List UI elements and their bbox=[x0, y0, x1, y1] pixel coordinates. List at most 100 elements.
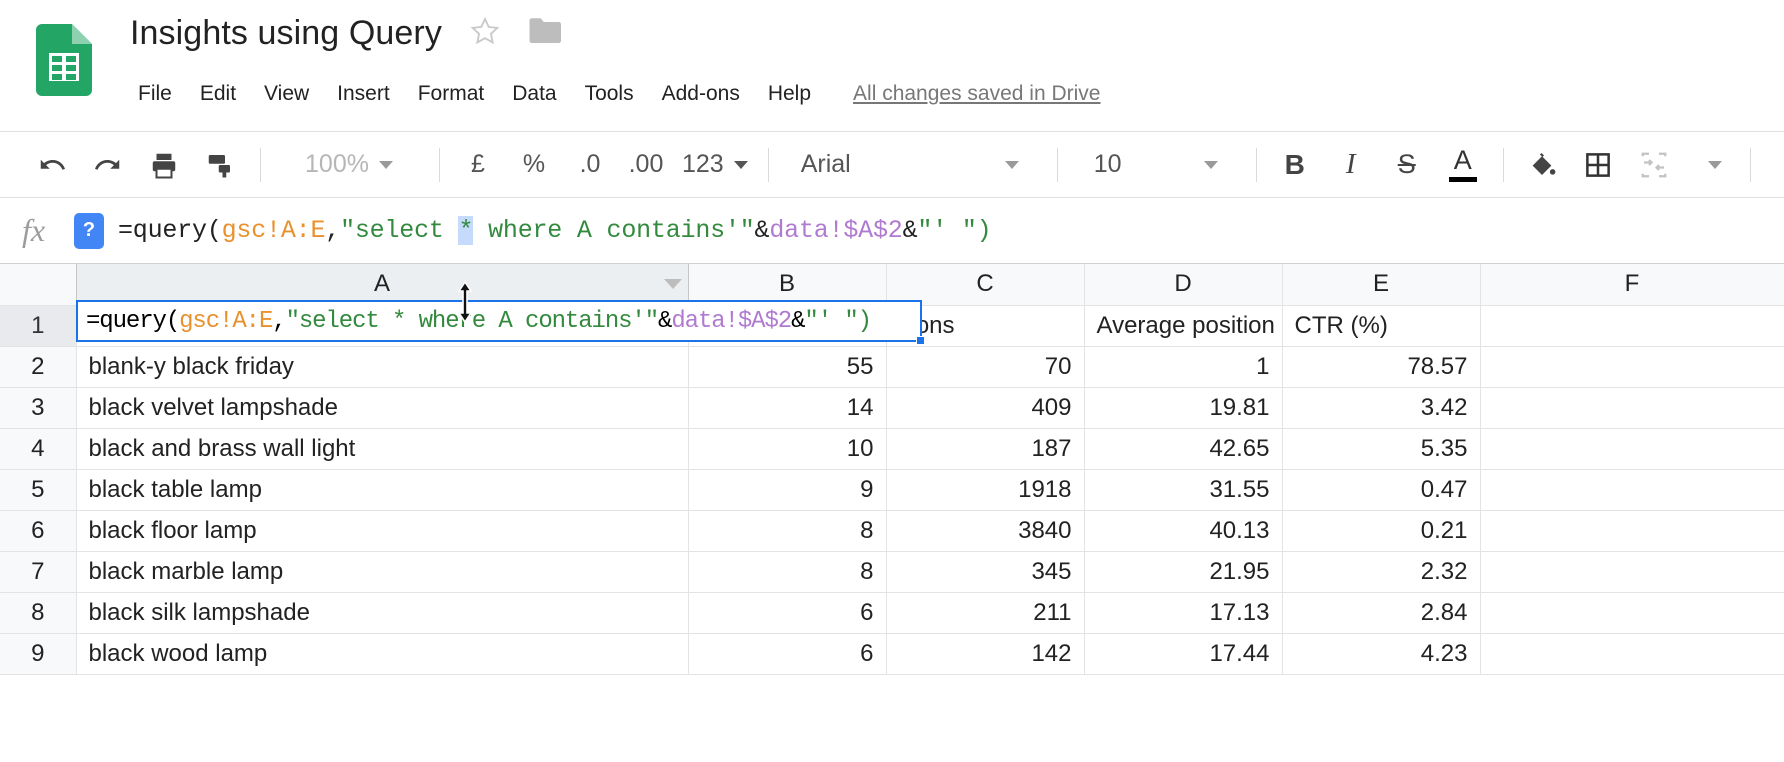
increase-decimal-button[interactable]: .00 bbox=[626, 143, 666, 187]
cell-a3[interactable]: black velvet lampshade bbox=[76, 387, 689, 429]
font-size-selector[interactable]: 10 bbox=[1076, 143, 1236, 187]
row-header-2[interactable]: 2 bbox=[0, 346, 77, 388]
cell-f2[interactable] bbox=[1480, 346, 1784, 388]
bold-button[interactable]: B bbox=[1275, 143, 1315, 187]
menu-item-insert[interactable]: Insert bbox=[323, 78, 404, 110]
cell-a2[interactable]: blank-y black friday bbox=[76, 346, 689, 388]
star-outline-icon[interactable] bbox=[468, 14, 502, 53]
menu-item-tools[interactable]: Tools bbox=[571, 78, 648, 110]
merge-cells-dropdown[interactable] bbox=[1690, 143, 1730, 187]
decrease-decimal-button[interactable]: .0 bbox=[570, 143, 610, 187]
cell-f6[interactable] bbox=[1480, 510, 1784, 552]
cell-b6[interactable]: 8 bbox=[688, 510, 887, 552]
cell-f5[interactable] bbox=[1480, 469, 1784, 511]
cell-d3[interactable]: 19.81 bbox=[1084, 387, 1283, 429]
menu-item-edit[interactable]: Edit bbox=[186, 78, 250, 110]
text-color-button[interactable]: A bbox=[1443, 143, 1483, 187]
print-icon[interactable] bbox=[144, 143, 184, 187]
paint-format-icon[interactable] bbox=[200, 143, 240, 187]
cell-c4[interactable]: 187 bbox=[886, 428, 1085, 470]
cell-e9[interactable]: 4.23 bbox=[1282, 633, 1481, 675]
row-header-5[interactable]: 5 bbox=[0, 469, 77, 511]
formula-input[interactable]: =query(gsc!A:E,"select * where A contain… bbox=[118, 216, 992, 245]
cell-e2[interactable]: 78.57 bbox=[1282, 346, 1481, 388]
cell-e7[interactable]: 2.32 bbox=[1282, 551, 1481, 593]
column-header-d[interactable]: D bbox=[1084, 264, 1283, 306]
column-header-c[interactable]: C bbox=[886, 264, 1085, 306]
cell-b8[interactable]: 6 bbox=[688, 592, 887, 634]
cell-a4[interactable]: black and brass wall light bbox=[76, 428, 689, 470]
cell-f1[interactable] bbox=[1480, 305, 1784, 347]
folder-icon[interactable] bbox=[528, 16, 564, 51]
cell-e6[interactable]: 0.21 bbox=[1282, 510, 1481, 552]
cell-b3[interactable]: 14 bbox=[688, 387, 887, 429]
cell-c2[interactable]: 70 bbox=[886, 346, 1085, 388]
cell-b4[interactable]: 10 bbox=[688, 428, 887, 470]
cell-c6[interactable]: 3840 bbox=[886, 510, 1085, 552]
cell-d7[interactable]: 21.95 bbox=[1084, 551, 1283, 593]
cell-f4[interactable] bbox=[1480, 428, 1784, 470]
column-header-e[interactable]: E bbox=[1282, 264, 1481, 306]
borders-icon[interactable] bbox=[1578, 143, 1618, 187]
currency-format-button[interactable]: £ bbox=[458, 143, 498, 187]
fill-handle[interactable] bbox=[916, 336, 925, 345]
cell-e4[interactable]: 5.35 bbox=[1282, 428, 1481, 470]
cell-b7[interactable]: 8 bbox=[688, 551, 887, 593]
cell-a9[interactable]: black wood lamp bbox=[76, 633, 689, 675]
undo-icon[interactable] bbox=[32, 143, 72, 187]
cell-d2[interactable]: 1 bbox=[1084, 346, 1283, 388]
column-header-f[interactable]: F bbox=[1480, 264, 1784, 306]
cell-b2[interactable]: 55 bbox=[688, 346, 887, 388]
row-header-4[interactable]: 4 bbox=[0, 428, 77, 470]
cell-e3[interactable]: 3.42 bbox=[1282, 387, 1481, 429]
cell-c5[interactable]: 1918 bbox=[886, 469, 1085, 511]
cell-a7[interactable]: black marble lamp bbox=[76, 551, 689, 593]
column-header-a[interactable]: A bbox=[76, 264, 689, 306]
help-badge-icon[interactable]: ? bbox=[74, 212, 104, 249]
cell-e1[interactable]: CTR (%) bbox=[1282, 305, 1481, 347]
cell-d6[interactable]: 40.13 bbox=[1084, 510, 1283, 552]
cell-d9[interactable]: 17.44 bbox=[1084, 633, 1283, 675]
menu-item-view[interactable]: View bbox=[250, 78, 323, 110]
chevron-down-icon[interactable] bbox=[663, 279, 682, 290]
more-formats-button[interactable]: 123 bbox=[682, 143, 748, 187]
menu-item-data[interactable]: Data bbox=[498, 78, 570, 110]
cell-e8[interactable]: 2.84 bbox=[1282, 592, 1481, 634]
cell-c8[interactable]: 211 bbox=[886, 592, 1085, 634]
row-header-7[interactable]: 7 bbox=[0, 551, 77, 593]
cell-d5[interactable]: 31.55 bbox=[1084, 469, 1283, 511]
strikethrough-button[interactable]: S bbox=[1387, 143, 1427, 187]
cell-c9[interactable]: 142 bbox=[886, 633, 1085, 675]
column-header-b[interactable]: B bbox=[688, 264, 887, 306]
merge-cells-icon[interactable] bbox=[1634, 143, 1674, 187]
menu-item-help[interactable]: Help bbox=[754, 78, 825, 110]
zoom-selector[interactable]: 100% bbox=[279, 143, 419, 187]
menu-item-addons[interactable]: Add-ons bbox=[648, 78, 754, 110]
row-header-6[interactable]: 6 bbox=[0, 510, 77, 552]
cell-e5[interactable]: 0.47 bbox=[1282, 469, 1481, 511]
italic-button[interactable]: I bbox=[1331, 143, 1371, 187]
cell-b5[interactable]: 9 bbox=[688, 469, 887, 511]
row-header-3[interactable]: 3 bbox=[0, 387, 77, 429]
row-header-1[interactable]: 1 bbox=[0, 305, 77, 347]
cell-c3[interactable]: 409 bbox=[886, 387, 1085, 429]
save-status-link[interactable]: All changes saved in Drive bbox=[853, 82, 1100, 106]
select-all-corner[interactable] bbox=[0, 264, 77, 306]
cell-f9[interactable] bbox=[1480, 633, 1784, 675]
cell-a5[interactable]: black table lamp bbox=[76, 469, 689, 511]
cell-d4[interactable]: 42.65 bbox=[1084, 428, 1283, 470]
percent-format-button[interactable]: % bbox=[514, 143, 554, 187]
row-header-8[interactable]: 8 bbox=[0, 592, 77, 634]
cell-f8[interactable] bbox=[1480, 592, 1784, 634]
cell-a8[interactable]: black silk lampshade bbox=[76, 592, 689, 634]
active-cell-a1-editor[interactable]: =query(gsc!A:E,"select * where A contain… bbox=[76, 300, 925, 345]
font-family-selector[interactable]: Arial bbox=[787, 143, 1037, 187]
cell-f7[interactable] bbox=[1480, 551, 1784, 593]
fill-color-icon[interactable] bbox=[1522, 143, 1562, 187]
cell-d8[interactable]: 17.13 bbox=[1084, 592, 1283, 634]
cell-d1[interactable]: Average position bbox=[1084, 305, 1283, 347]
cell-a6[interactable]: black floor lamp bbox=[76, 510, 689, 552]
row-header-9[interactable]: 9 bbox=[0, 633, 77, 675]
menu-item-file[interactable]: File bbox=[124, 78, 186, 110]
cell-b9[interactable]: 6 bbox=[688, 633, 887, 675]
